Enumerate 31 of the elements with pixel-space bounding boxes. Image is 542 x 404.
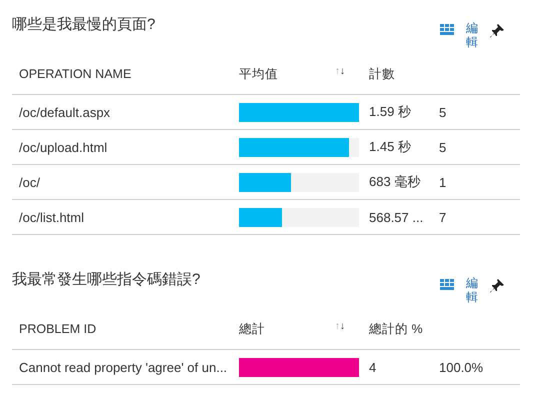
table-cell: 1.45 秒 [369,139,411,154]
column-header[interactable]: 計數 [369,66,395,80]
table-cell: Cannot read property 'agree' of un... [19,360,228,374]
table-cell: 5 [439,140,446,154]
column-header[interactable]: 總計的 % [369,322,423,336]
table-cell: /oc/ [19,174,40,190]
grid-icon[interactable] [440,279,454,291]
table-cell: /oc/default.aspx [19,104,110,120]
table-cell: 4 [369,360,376,374]
pin-icon[interactable] [490,279,504,293]
table-cell: 568.57 ... [369,210,424,224]
column-header[interactable]: 總計 [239,320,265,338]
table-cell: 1 [439,174,446,190]
panel-title: 哪些是我最慢的頁面? [12,15,156,34]
edit-link[interactable]: 編輯 [466,22,478,50]
table-cell: /oc/upload.html [19,140,108,154]
sort-icon[interactable]: ↑↓ [335,320,345,338]
table-cell: 7 [439,210,446,224]
edit-link[interactable]: 編輯 [466,277,478,305]
table-cell: 683 毫秒 [369,174,420,189]
table-cell: 1.59 秒 [369,104,411,119]
panel-title: 我最常發生哪些指令碼錯誤? [12,270,200,289]
table-cell: 5 [439,104,446,120]
table-cell: 100.0% [439,360,484,374]
column-header[interactable]: PROBLEM ID [19,322,96,336]
sort-icon[interactable]: ↑↓ [335,66,345,82]
pin-icon[interactable] [490,24,504,38]
grid-icon[interactable] [440,24,454,36]
column-header[interactable]: 平均值 [239,66,278,82]
column-header[interactable]: OPERATION NAME [19,67,132,81]
table-cell: /oc/list.html [19,210,84,224]
